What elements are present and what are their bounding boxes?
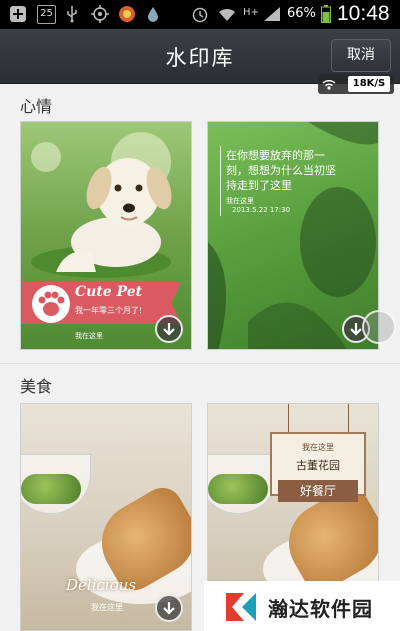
card-title: Delicious xyxy=(66,576,137,594)
divider xyxy=(0,363,400,364)
signal-icon xyxy=(262,5,282,23)
calendar-icon: 25 xyxy=(37,5,56,24)
sign-rope xyxy=(348,404,349,434)
plus-icon xyxy=(8,5,28,23)
paw-icon xyxy=(32,285,70,323)
network-speed-badge: 18K/S xyxy=(318,74,394,94)
site-watermark: 瀚达软件园 xyxy=(204,581,400,631)
sign-rope xyxy=(288,404,289,434)
clock: 10:48 xyxy=(337,2,390,25)
floating-handle[interactable] xyxy=(362,310,396,344)
site-name: 瀚达软件园 xyxy=(268,597,373,621)
section-title-food: 美食 xyxy=(20,377,53,396)
usb-icon xyxy=(64,5,80,23)
network-speed: 18K/S xyxy=(348,76,390,92)
card-subtitle: 我一年零三个月了! xyxy=(75,306,143,315)
location-label: 我在这里 xyxy=(91,603,123,612)
network-type: H+ xyxy=(243,6,259,18)
sign-line-2: 古董花园 xyxy=(296,459,340,472)
alarm-icon xyxy=(190,5,210,23)
battery-icon xyxy=(320,5,332,23)
download-icon xyxy=(163,602,175,615)
cancel-button[interactable]: 取消 xyxy=(331,39,391,72)
drop-icon xyxy=(145,5,161,23)
salad xyxy=(208,474,268,504)
section-title-mood: 心情 xyxy=(20,97,53,116)
wifi-icon xyxy=(322,79,336,90)
watermark-card-cute-pet[interactable]: Cute Pet 我一年零三个月了! 我在这里 xyxy=(20,121,192,350)
download-icon xyxy=(163,323,175,336)
puppy-image xyxy=(31,158,172,278)
download-button[interactable] xyxy=(155,594,183,622)
location-label: 我在这里 xyxy=(226,197,254,205)
card-title: Cute Pet xyxy=(75,284,143,300)
gps-icon xyxy=(90,5,110,23)
quote-text: 在你想要放弃的那一刻，想想为什么当初坚持走到了这里 xyxy=(226,149,336,192)
sign-plate: 好餐厅 xyxy=(278,480,358,502)
salad xyxy=(21,474,81,504)
battery-percent: 66% xyxy=(287,6,316,21)
app-notification-icon xyxy=(116,5,138,23)
download-button[interactable] xyxy=(155,315,183,343)
watermark-card-delicious[interactable]: Delicious 我在这里 xyxy=(20,403,192,631)
wifi-icon xyxy=(216,5,238,23)
status-bar: 25 H+ 66% 10:48 xyxy=(0,0,400,29)
site-logo xyxy=(226,593,256,621)
watermark-card-grass-quote[interactable]: 在你想要放弃的那一刻，想想为什么当初坚持走到了这里 我在这里 2013.5.22… xyxy=(207,121,379,350)
quote-line xyxy=(220,146,221,216)
date-label: 2013.5.22 17:30 xyxy=(232,206,291,214)
location-label: 我在这里 xyxy=(75,332,103,340)
sign-line-1: 我在这里 xyxy=(302,443,334,452)
